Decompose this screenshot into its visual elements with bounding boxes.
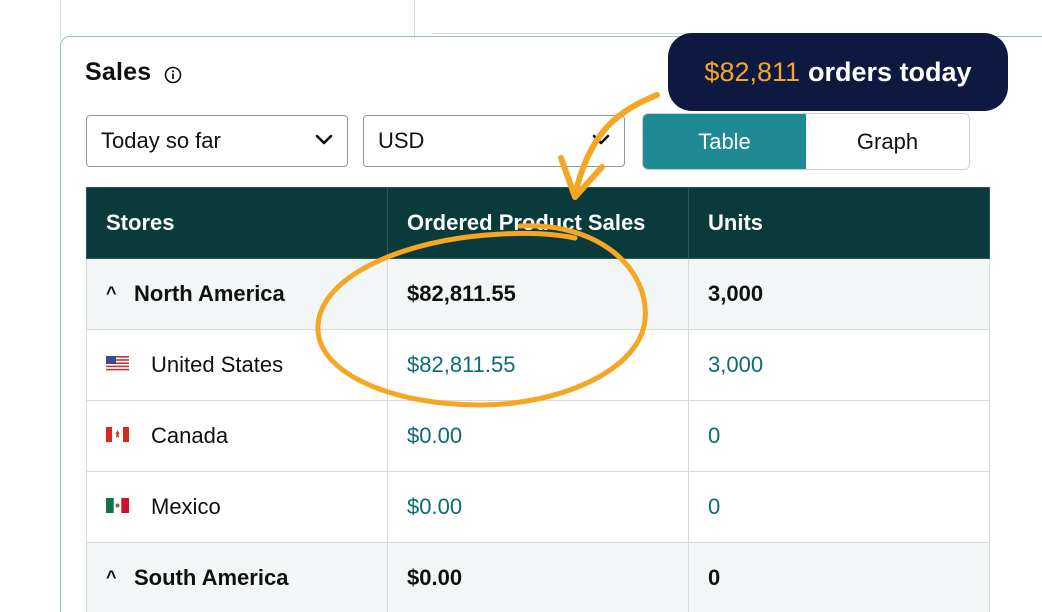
- callout-amount: $82,811: [704, 56, 801, 87]
- units-cell: 0: [688, 542, 990, 612]
- region-row-north-america: ^ North America $82,811.55 3,000: [86, 258, 990, 330]
- caret-up-icon[interactable]: ^: [106, 283, 120, 304]
- currency-select-value: USD: [378, 128, 425, 153]
- country-cell: United States: [86, 329, 388, 401]
- info-icon[interactable]: [164, 66, 182, 84]
- country-cell: Canada: [86, 400, 388, 472]
- sales-cell[interactable]: $82,811.55: [387, 329, 689, 401]
- region-row-south-america: ^ South America $0.00 0: [86, 542, 990, 612]
- country-row-mexico: Mexico $0.00 0: [86, 471, 990, 543]
- mexico-flag-icon: [106, 498, 129, 514]
- country-name: United States: [151, 352, 284, 378]
- view-toggle: Table Graph: [642, 113, 970, 170]
- chevron-down-icon: [315, 134, 333, 145]
- region-name: North America: [134, 281, 285, 306]
- chevron-down-icon: [592, 134, 610, 145]
- country-name: Canada: [151, 423, 229, 449]
- units-cell: 3,000: [688, 258, 990, 330]
- country-name: Mexico: [151, 494, 221, 520]
- region-cell[interactable]: ^ South America: [86, 542, 388, 612]
- country-row-canada: Canada $0.00 0: [86, 400, 990, 472]
- country-row-united-states: United States $82,811.55 3,000: [86, 329, 990, 401]
- canada-flag-icon: [106, 427, 129, 443]
- sales-cell: $82,811.55: [387, 258, 689, 330]
- units-cell[interactable]: 0: [688, 400, 990, 472]
- period-select-value: Today so far: [101, 128, 221, 153]
- table-header-row: Stores Ordered Product Sales Units: [86, 187, 990, 259]
- units-cell[interactable]: 3,000: [688, 329, 990, 401]
- sales-table: Stores Ordered Product Sales Units ^ Nort…: [86, 187, 990, 612]
- country-cell: Mexico: [86, 471, 388, 543]
- period-select[interactable]: Today so far: [86, 115, 348, 167]
- column-header-ordered-product-sales[interactable]: Ordered Product Sales: [387, 187, 689, 259]
- currency-select[interactable]: USD: [363, 115, 625, 167]
- table-view-button[interactable]: Table: [643, 114, 806, 169]
- background-divider: [414, 0, 415, 36]
- card-title: Sales: [85, 58, 152, 86]
- caret-up-icon[interactable]: ^: [106, 567, 120, 588]
- region-name: South America: [134, 565, 289, 590]
- background-divider: [60, 0, 61, 40]
- column-header-stores[interactable]: Stores: [86, 187, 388, 259]
- graph-view-button[interactable]: Graph: [806, 114, 969, 169]
- sales-cell: $0.00: [387, 542, 689, 612]
- units-cell[interactable]: 0: [688, 471, 990, 543]
- sales-cell[interactable]: $0.00: [387, 400, 689, 472]
- column-header-units[interactable]: Units: [688, 187, 990, 259]
- region-cell[interactable]: ^ North America: [86, 258, 388, 330]
- callout-text: orders today: [808, 56, 972, 87]
- us-flag-icon: [106, 356, 129, 372]
- orders-today-callout: $82,811 orders today: [668, 33, 1008, 111]
- sales-cell[interactable]: $0.00: [387, 471, 689, 543]
